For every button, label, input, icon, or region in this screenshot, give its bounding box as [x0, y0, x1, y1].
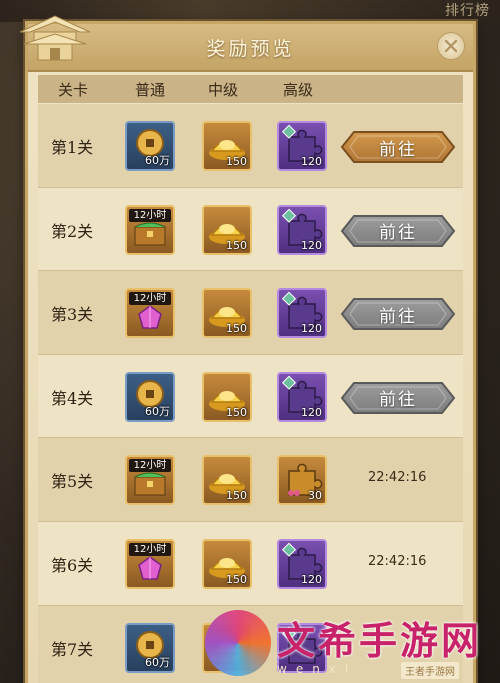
go-button-label: 前往	[379, 390, 417, 411]
watermark-subtitle: wenxi	[277, 662, 358, 676]
reward-quantity: 120	[301, 572, 322, 586]
stage-list: 第1关 60万 150 120 前往 第2关 12小时 150 120 前往 第3关 12小时 150 1…	[38, 104, 463, 683]
stage-row: 第3关 12小时 150 120 前往	[38, 271, 463, 355]
reward-quantity: 150	[226, 405, 247, 419]
reward-high-puzzle-icon[interactable]: 120	[277, 204, 327, 255]
reward-quantity: 150	[226, 572, 247, 586]
reward-quantity: 60万	[145, 404, 170, 418]
watermark-title: 文希手游网	[277, 618, 483, 663]
reward-normal-coin-icon[interactable]: 60万	[125, 371, 175, 422]
stage-label: 第4关	[51, 388, 94, 408]
reward-quantity: 120	[301, 405, 322, 419]
reward-normal-coin-icon[interactable]: 60万	[125, 121, 175, 171]
reward-quantity: 150	[226, 489, 247, 503]
reward-tag: 12小时	[129, 292, 171, 306]
reward-high-puzzle-icon[interactable]: 120	[277, 371, 327, 422]
dialog-title: 奖励预览	[206, 37, 295, 60]
reward-quantity: 60万	[145, 154, 170, 167]
reward-high-puzzle-icon[interactable]: 120	[277, 538, 327, 589]
stage-row: 第6关 12小时 150 120 22:42:16	[38, 521, 463, 606]
reward-mid-gold-icon[interactable]: 150	[202, 288, 252, 339]
go-button[interactable]: 前往	[340, 381, 456, 415]
stage-row: 第1关 60万 150 120 前往	[38, 104, 463, 188]
reward-normal-chest-pink-icon[interactable]: 12小时	[125, 288, 175, 339]
reward-normal-chest-green-icon[interactable]: 12小时	[125, 455, 175, 506]
reward-quantity: 150	[226, 322, 247, 336]
go-button[interactable]: 前往	[340, 130, 456, 164]
countdown-timer: 22:42:16	[368, 470, 427, 486]
reward-high-puzzle-icon[interactable]: 120	[277, 121, 327, 171]
stage-row: 第2关 12小时 150 120 前往	[38, 187, 463, 272]
stage-label: 第5关	[51, 472, 94, 492]
reward-quantity: 150	[226, 155, 247, 168]
reward-high-puzzle-gold-icon[interactable]: 30	[277, 455, 327, 506]
go-button-label: 前往	[379, 306, 417, 327]
watermark-badge: 王者手游网	[401, 662, 459, 679]
reward-quantity: 120	[301, 155, 322, 168]
stage-row: 第5关 12小时 150 30 22:42:16	[38, 438, 463, 522]
close-button[interactable]	[437, 32, 465, 60]
go-button[interactable]: 前往	[340, 297, 456, 331]
reward-mid-gold-icon[interactable]: 150	[202, 121, 252, 171]
go-button-label: 前往	[379, 139, 417, 160]
reward-normal-coin-icon[interactable]: 60万	[125, 622, 175, 673]
reward-tag: 12小时	[129, 459, 171, 473]
header-normal: 普通	[135, 80, 166, 99]
reward-quantity: 120	[301, 322, 322, 336]
stage-label: 第6关	[51, 555, 94, 575]
watermark-logo	[205, 610, 271, 676]
header-stage: 关卡	[58, 80, 89, 99]
countdown-timer: 22:42:16	[368, 553, 427, 569]
reward-tag: 12小时	[129, 208, 171, 222]
table-header: 关卡 普通 中级 高级	[38, 75, 463, 103]
stage-row: 第4关 60万 150 120 前往	[38, 354, 463, 439]
site-watermark: 文希手游网 wenxi 王者手游网	[205, 610, 495, 683]
reward-quantity: 150	[226, 238, 247, 252]
dialog-title-bar: 奖励预览	[19, 15, 473, 72]
stage-label: 第7关	[51, 639, 94, 659]
close-icon	[444, 39, 458, 53]
stage-label: 第1关	[51, 138, 94, 157]
reward-quantity: 120	[301, 238, 322, 252]
go-button-label: 前往	[379, 223, 417, 244]
reward-tag: 12小时	[129, 542, 171, 556]
stage-label: 第3关	[51, 305, 94, 325]
reward-mid-gold-icon[interactable]: 150	[202, 455, 252, 506]
leaderboard-label[interactable]: 排行榜	[445, 0, 490, 20]
reward-mid-gold-icon[interactable]: 150	[202, 204, 252, 255]
reward-mid-gold-icon[interactable]: 150	[202, 371, 252, 422]
reward-quantity: 60万	[145, 655, 170, 669]
go-button[interactable]: 前往	[340, 214, 456, 248]
reward-normal-chest-pink-icon[interactable]: 12小时	[125, 538, 175, 589]
reward-high-puzzle-icon[interactable]: 120	[277, 288, 327, 339]
reward-normal-chest-green-icon[interactable]: 12小时	[125, 204, 175, 255]
stage-label: 第2关	[51, 221, 94, 241]
reward-mid-gold-icon[interactable]: 150	[202, 538, 252, 589]
pagoda-icon	[19, 15, 91, 61]
reward-preview-dialog: 奖励预览 关卡 普通 中级 高级 第1关 60万 150 120 前往 第2关 12小时 15…	[19, 15, 476, 683]
header-high: 高级	[283, 80, 314, 99]
header-mid: 中级	[208, 80, 239, 99]
reward-quantity: 30	[308, 489, 322, 503]
